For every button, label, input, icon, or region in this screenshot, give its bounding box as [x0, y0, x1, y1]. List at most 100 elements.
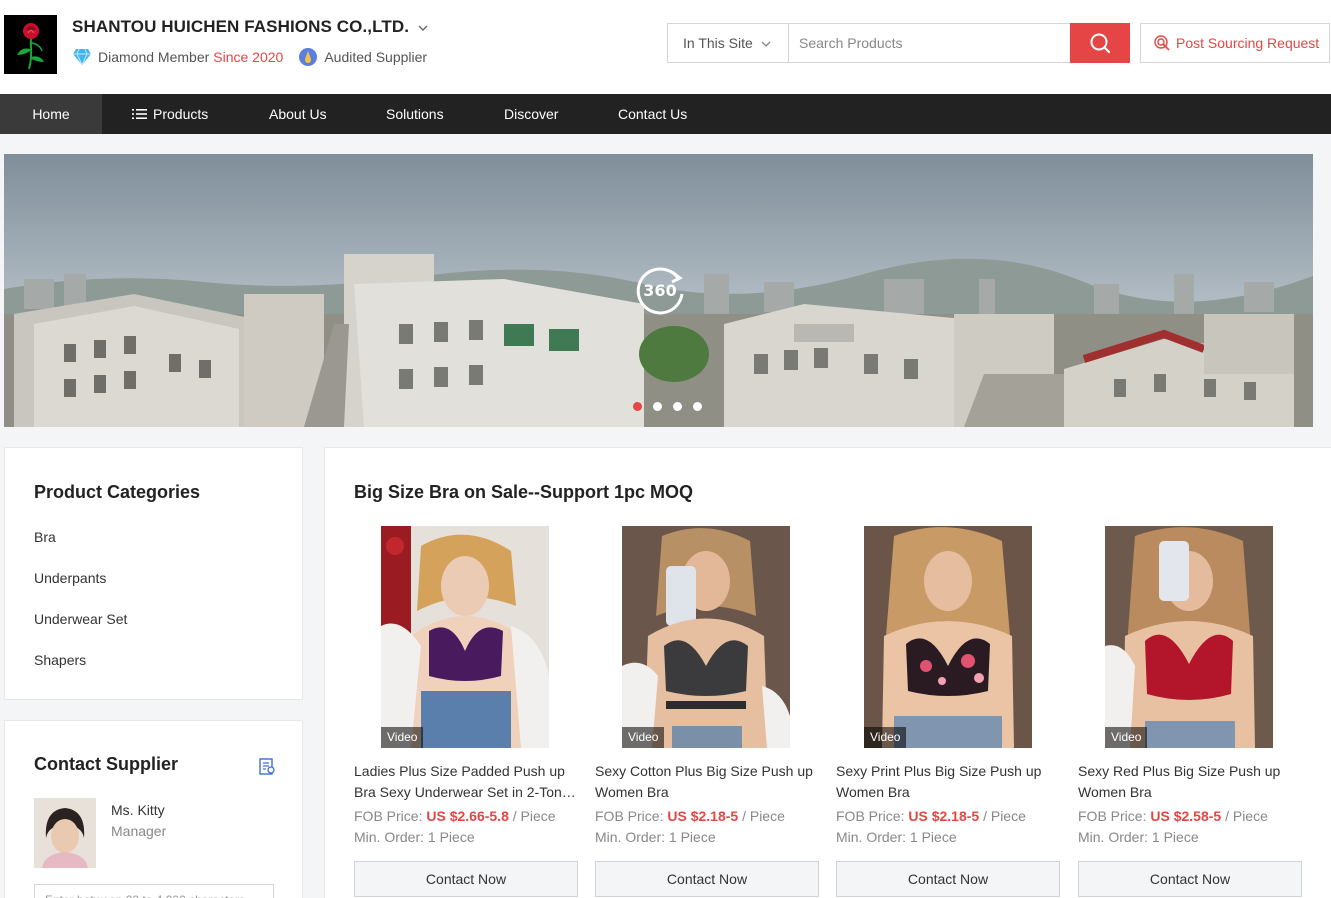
360-view-icon[interactable]: 360 [634, 264, 686, 316]
search-bar: In This Site [667, 23, 1130, 63]
product-moq: Min. Order: 1 Piece [354, 829, 475, 845]
price-value: US $2.18-5 [667, 808, 739, 824]
product-image[interactable]: Video [864, 526, 1032, 748]
product-price: FOB Price: US $2.58-5 / Piece [1078, 808, 1268, 824]
nav-contact-us[interactable]: Contact Us [618, 94, 738, 134]
section-title: Big Size Bra on Sale--Support 1pc MOQ [354, 482, 694, 502]
contact-now-button[interactable]: Contact Now [836, 861, 1060, 897]
search-scope-label: In This Site [683, 35, 753, 51]
nav-about-us[interactable]: About Us [239, 94, 386, 134]
category-item-shapers[interactable]: Shapers [34, 651, 127, 692]
product-name-text: Sexy Red Plus Big Size Push up Women Bra [1078, 763, 1281, 800]
chevron-down-icon [761, 35, 771, 51]
category-item-underpants[interactable]: Underpants [34, 569, 127, 610]
product-image[interactable]: Video [381, 526, 549, 748]
product-name[interactable]: Sexy Print Plus Big Size Push up Women B… [836, 761, 1060, 803]
search-input[interactable] [789, 24, 1070, 62]
product-image[interactable]: Video [622, 526, 790, 748]
product-name[interactable]: Sexy Cotton Plus Big Size Push up Women … [595, 761, 819, 803]
featured-products-section: Big Size Bra on Sale--Support 1pc MOQ Vi… [324, 447, 1331, 898]
carousel-dot-3[interactable] [673, 402, 682, 411]
audited-supplier-label: Audited Supplier [324, 49, 428, 65]
list-icon [132, 108, 147, 120]
product-name-text: Sexy Print Plus Big Size Push up Women B… [836, 763, 1042, 800]
contact-now-button[interactable]: Contact Now [595, 861, 819, 897]
business-card-icon[interactable] [259, 758, 275, 780]
company-name[interactable]: SHANTOU HUICHEN FASHIONS CO.,LTD. [72, 17, 428, 37]
nav-products[interactable]: Products [102, 94, 239, 134]
nav-home[interactable]: Home [0, 94, 102, 134]
supplier-badges: Diamond Member Since 2020 Audited Suppli… [72, 47, 427, 67]
nav-solutions-label: Solutions [386, 106, 444, 122]
video-tag: Video [381, 727, 424, 748]
search-icon [1090, 33, 1111, 54]
contact-name: Ms. Kitty [111, 802, 165, 818]
rose-logo-icon [16, 22, 44, 69]
category-list: Bra Underpants Underwear Set Shapers [34, 528, 127, 692]
nav-solutions[interactable]: Solutions [386, 94, 504, 134]
diamond-icon [72, 48, 92, 66]
nav-discover[interactable]: Discover [504, 94, 618, 134]
product-image[interactable]: Video [1105, 526, 1273, 748]
main-nav: Home Products About Us Solutions Discove… [0, 94, 1331, 134]
company-logo[interactable] [4, 15, 57, 74]
product-name[interactable]: Sexy Red Plus Big Size Push up Women Bra [1078, 761, 1302, 803]
contact-now-button[interactable]: Contact Now [354, 861, 578, 897]
price-unit: / Piece [742, 808, 785, 824]
carousel-dot-1[interactable] [633, 402, 642, 411]
post-sourcing-label: Post Sourcing Request [1176, 35, 1320, 51]
price-label: FOB Price: [354, 808, 423, 824]
avatar [34, 798, 96, 868]
sourcing-target-icon [1154, 35, 1170, 51]
product-categories-panel: Product Categories Bra Underpants Underw… [4, 447, 303, 700]
audited-supplier-badge[interactable]: Audited Supplier [298, 47, 427, 67]
product-moq: Min. Order: 1 Piece [1078, 829, 1199, 845]
product-categories-title: Product Categories [34, 482, 201, 502]
audited-supplier-icon [298, 47, 318, 67]
search-scope-dropdown[interactable]: In This Site [668, 24, 789, 62]
product-name[interactable]: Ladies Plus Size Padded Push up Bra Sexy… [354, 761, 578, 803]
category-item-bra[interactable]: Bra [34, 528, 127, 569]
contact-supplier-panel: Contact Supplier Ms. Kitty Manager Enter… [4, 720, 303, 898]
post-sourcing-request-button[interactable]: Post Sourcing Request [1140, 23, 1330, 63]
diamond-member-badge[interactable]: Diamond Member Since 2020 [72, 48, 283, 66]
product-price: FOB Price: US $2.18-5 / Piece [836, 808, 1026, 824]
video-tag: Video [622, 727, 665, 748]
factory-panorama-banner[interactable]: 360 [4, 154, 1313, 427]
nav-products-label: Products [153, 106, 209, 122]
price-value: US $2.66-5.8 [426, 808, 509, 824]
chevron-down-icon[interactable] [418, 21, 428, 35]
video-tag: Video [1105, 727, 1148, 748]
contact-supplier-title: Contact Supplier [34, 754, 179, 774]
price-label: FOB Price: [836, 808, 905, 824]
diamond-member-label: Diamond Member [98, 49, 210, 65]
price-unit: / Piece [983, 808, 1026, 824]
nav-about-us-label: About Us [269, 106, 327, 122]
svg-text:360: 360 [643, 281, 676, 300]
carousel-dots [633, 402, 713, 411]
carousel-dot-2[interactable] [653, 402, 662, 411]
product-name-text: Sexy Cotton Plus Big Size Push up Women … [595, 763, 813, 800]
video-tag: Video [864, 727, 907, 748]
price-label: FOB Price: [595, 808, 664, 824]
carousel-dot-4[interactable] [693, 402, 702, 411]
site-header: SHANTOU HUICHEN FASHIONS CO.,LTD. Diamon… [0, 0, 1331, 94]
nav-discover-label: Discover [504, 106, 559, 122]
nav-home-label: Home [32, 106, 70, 122]
price-value: US $2.58-5 [1150, 808, 1222, 824]
price-unit: / Piece [1225, 808, 1268, 824]
category-item-underwear-set[interactable]: Underwear Set [34, 610, 127, 651]
search-button[interactable] [1070, 23, 1130, 63]
price-value: US $2.18-5 [908, 808, 980, 824]
contact-role: Manager [111, 823, 167, 839]
product-price: FOB Price: US $2.66-5.8 / Piece [354, 808, 556, 824]
price-label: FOB Price: [1078, 808, 1147, 824]
price-unit: / Piece [512, 808, 556, 824]
product-name-text: Ladies Plus Size Padded Push up Bra Sexy… [354, 763, 570, 800]
product-moq: Min. Order: 1 Piece [836, 829, 957, 845]
product-price: FOB Price: US $2.18-5 / Piece [595, 808, 785, 824]
contact-now-button[interactable]: Contact Now [1078, 861, 1302, 897]
member-since: Since 2020 [213, 49, 284, 65]
message-input[interactable]: Enter between 20 to 4,000 characters. [34, 884, 274, 898]
nav-contact-us-label: Contact Us [618, 106, 688, 122]
